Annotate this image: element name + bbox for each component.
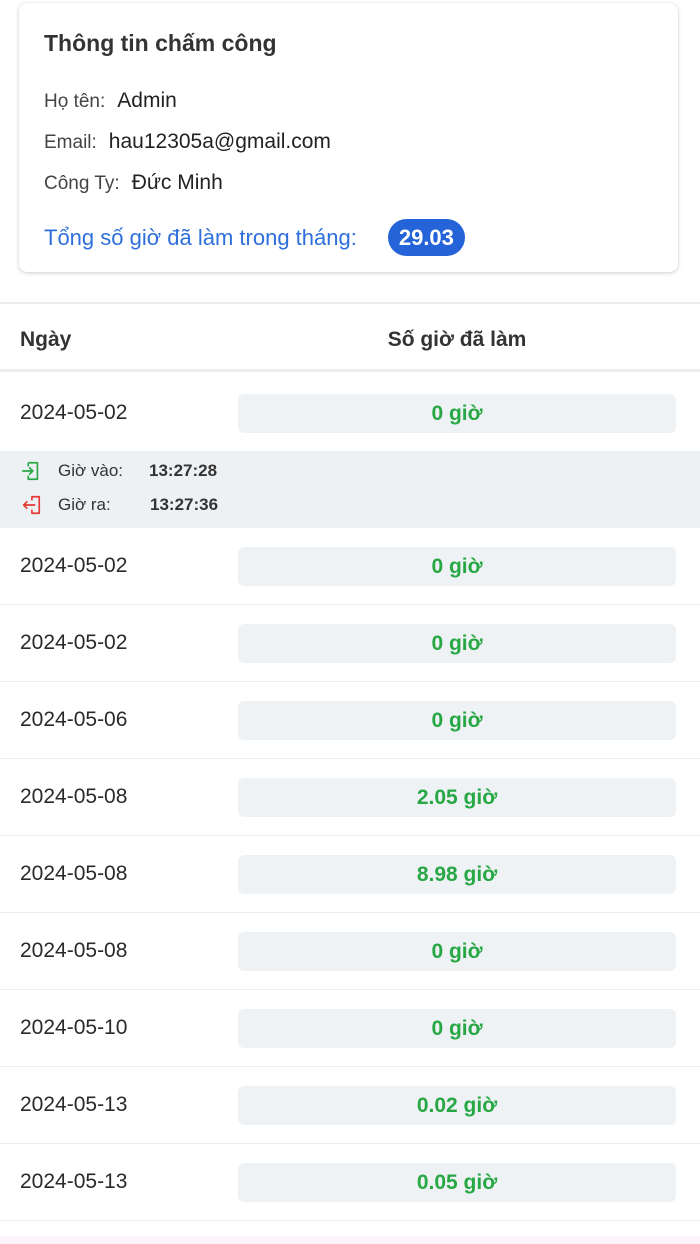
row-date: 2024-05-08 xyxy=(20,862,128,885)
attendance-info-card: Thông tin chấm công Họ tên: Admin Email:… xyxy=(19,3,678,272)
company-label: Công Ty: xyxy=(44,173,120,194)
column-header-date: Ngày xyxy=(20,328,72,351)
row-hours: 0 giờ xyxy=(238,394,676,433)
table-row[interactable]: 2024-05-13 0.05 giờ xyxy=(0,1144,700,1221)
row-hours: 0 giờ xyxy=(238,624,676,663)
row-hours: 0 giờ xyxy=(238,932,676,971)
email-row: Email: hau12305a@gmail.com xyxy=(44,130,331,154)
bottom-edge xyxy=(0,1236,700,1244)
table-row[interactable]: 2024-05-02 0 giờ xyxy=(0,605,700,682)
row-hours: 8.98 giờ xyxy=(238,855,676,894)
total-hours-row: Tổng số giờ đã làm trong tháng: 29.03 xyxy=(44,219,465,256)
name-row: Họ tên: Admin xyxy=(44,89,177,113)
row-date: 2024-05-06 xyxy=(20,708,128,731)
company-value: Đức Minh xyxy=(131,171,223,194)
row-date: 2024-05-08 xyxy=(20,785,128,808)
checkin-label: Giờ vào: xyxy=(58,461,124,480)
table-row[interactable]: 2024-05-08 2.05 giờ xyxy=(0,759,700,836)
company-row: Công Ty: Đức Minh xyxy=(44,171,223,195)
row-hours: 0.05 giờ xyxy=(238,1163,676,1202)
name-label: Họ tên: xyxy=(44,91,106,112)
row-date: 2024-05-02 xyxy=(20,401,128,424)
checkout-time: 13:27:36 xyxy=(150,495,219,514)
total-hours-badge: 29.03 xyxy=(387,219,465,256)
row-detail-panel: Giờ vào: 13:27:28 Giờ ra: 13:27:36 xyxy=(0,451,700,528)
email-label: Email: xyxy=(44,132,97,153)
row-date: 2024-05-08 xyxy=(20,939,128,962)
email-value: hau12305a@gmail.com xyxy=(108,130,331,153)
checkin-line: Giờ vào: 13:27:28 xyxy=(20,460,217,482)
row-hours: 0 giờ xyxy=(238,547,676,586)
row-date: 2024-05-13 xyxy=(20,1093,128,1116)
logout-icon xyxy=(22,495,41,515)
table-row[interactable]: 2024-05-02 0 giờ xyxy=(0,528,700,605)
table-row[interactable]: 2024-05-08 0 giờ xyxy=(0,913,700,990)
checkin-time: 13:27:28 xyxy=(149,461,218,480)
row-hours: 0 giờ xyxy=(238,1009,676,1048)
checkout-label: Giờ ra: xyxy=(58,495,111,514)
name-value: Admin xyxy=(117,89,177,112)
row-date: 2024-05-02 xyxy=(20,554,128,577)
card-title: Thông tin chấm công xyxy=(44,30,277,56)
table-row[interactable]: 2024-05-13 0.02 giờ xyxy=(0,1067,700,1144)
row-date: 2024-05-02 xyxy=(20,631,128,654)
table-row[interactable]: 2024-05-02 0 giờ xyxy=(0,375,700,452)
total-hours-label: Tổng số giờ đã làm trong tháng: xyxy=(44,224,357,250)
checkout-line: Giờ ra: 13:27:36 xyxy=(20,494,218,516)
row-date: 2024-05-10 xyxy=(20,1016,128,1039)
row-hours: 2.05 giờ xyxy=(238,778,676,817)
login-icon xyxy=(21,461,39,481)
table-row[interactable]: 2024-05-06 0 giờ xyxy=(0,682,700,759)
table-row[interactable]: 2024-05-10 0 giờ xyxy=(0,990,700,1067)
row-hours: 0.02 giờ xyxy=(238,1086,676,1125)
table-header: Ngày Số giờ đã làm xyxy=(0,304,700,372)
row-date: 2024-05-13 xyxy=(20,1170,128,1193)
row-hours: 0 giờ xyxy=(238,701,676,740)
table-row[interactable]: 2024-05-08 8.98 giờ xyxy=(0,836,700,913)
column-header-hours: Số giờ đã làm xyxy=(387,328,527,351)
